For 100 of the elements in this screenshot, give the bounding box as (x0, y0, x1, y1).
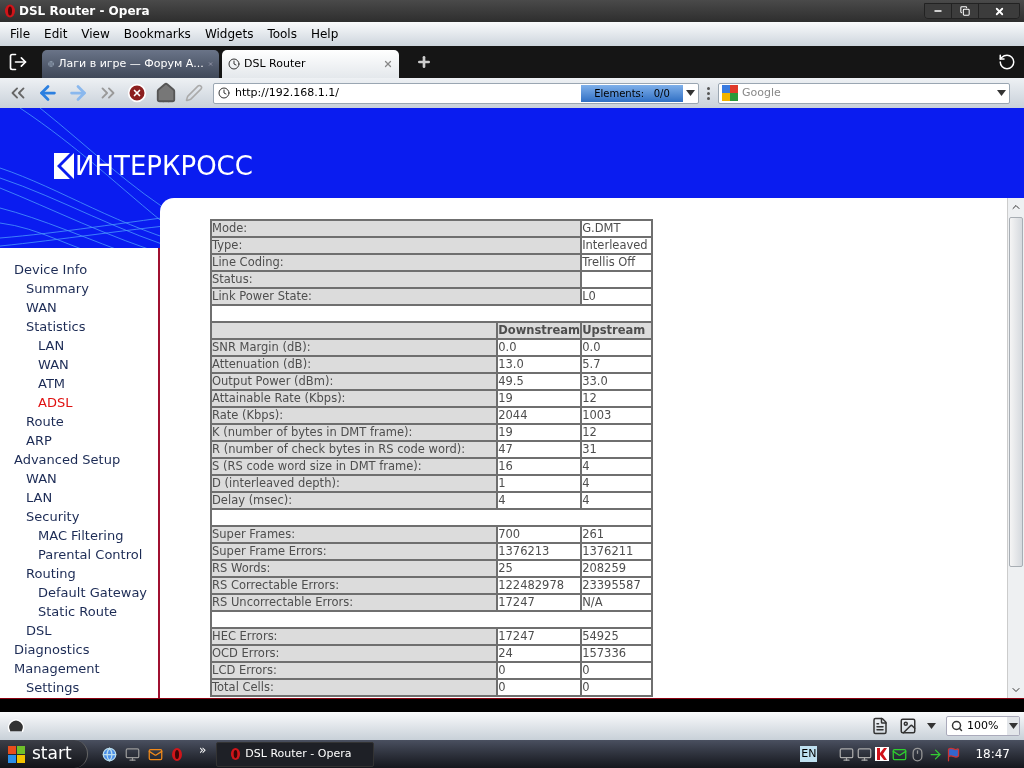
table-cell: 1376211 (581, 543, 652, 560)
restore-button[interactable] (952, 4, 979, 18)
sidebar-link[interactable]: WAN (26, 472, 57, 485)
table-cell: 19 (497, 390, 582, 407)
sidebar-link[interactable]: LAN (26, 491, 53, 504)
sidebar-link[interactable]: Route (26, 415, 64, 428)
grip-icon (707, 86, 710, 100)
scrollbar-thumb[interactable] (1009, 217, 1023, 567)
table-cell: 0.0 (581, 339, 652, 356)
windows-logo-icon (8, 745, 26, 763)
table-cell: 0 (497, 662, 582, 679)
sidebar-link[interactable]: Default Gateway (38, 586, 148, 599)
table-cell: 4 (581, 492, 652, 509)
overflow-chevron[interactable]: » (199, 741, 207, 759)
sidebar-link[interactable]: WAN (26, 301, 57, 314)
search-engine-icon (722, 85, 738, 101)
clock: 18:47 (975, 746, 1010, 763)
sidebar-link[interactable]: Statistics (26, 320, 86, 333)
table-cell: 0.0 (497, 339, 582, 356)
table-cell: 31 (581, 441, 652, 458)
address-dropdown-icon[interactable] (686, 90, 695, 96)
sidebar-link[interactable]: ATM (38, 377, 66, 390)
antivirus-icon[interactable] (875, 747, 890, 761)
menu-item[interactable]: Help (303, 25, 346, 43)
table-cell: 4 (581, 458, 652, 475)
table-cell: L0 (581, 288, 652, 305)
window-title: DSL Router - Opera (19, 3, 150, 20)
table-cell: 12 (581, 390, 652, 407)
taskbar-button[interactable]: DSL Router - Opera (216, 741, 375, 767)
table-cell: 0 (581, 679, 652, 696)
address-field[interactable]: http://192.168.1.1/ Elements: 0/0 (213, 82, 699, 104)
search-input[interactable]: Google (742, 84, 982, 102)
language-indicator[interactable]: EN (800, 745, 818, 763)
home-icon[interactable] (155, 82, 177, 104)
sidebar-link[interactable]: Settings (26, 681, 80, 694)
back-icon[interactable] (37, 82, 59, 104)
table-cell: 4 (581, 475, 652, 492)
browser-tab[interactable]: DSL Router (222, 50, 399, 78)
sidebar-link[interactable]: ARP (26, 434, 52, 447)
sidebar-link[interactable]: ADSL (38, 396, 73, 409)
start-button[interactable]: start (0, 740, 88, 768)
tab-close-icon[interactable] (383, 59, 393, 69)
search-dropdown-icon[interactable] (997, 90, 1006, 96)
table-cell: 24 (497, 645, 582, 662)
table-cell: 12 (581, 424, 652, 441)
sidebar-link[interactable]: Routing (26, 567, 76, 580)
menu-item[interactable]: Bookmarks (116, 25, 198, 43)
zoom-dropdown-icon[interactable] (1008, 723, 1018, 729)
page-view-icon[interactable] (871, 717, 889, 735)
sidebar-link[interactable]: Management (14, 662, 100, 675)
table-cell: 157336 (581, 645, 652, 662)
logo-mark-icon (54, 153, 74, 179)
menu-item[interactable]: Edit (37, 25, 75, 43)
sidebar-link[interactable]: WAN (38, 358, 69, 371)
sidebar-link[interactable]: Device Info (14, 263, 88, 276)
sidebar-link[interactable]: Static Route (38, 605, 118, 618)
image-dropdown-icon[interactable] (927, 723, 936, 729)
transfer-icon[interactable] (928, 746, 944, 762)
page-icon (218, 87, 230, 99)
table-cell: 17247 (497, 628, 582, 645)
sidebar-link[interactable]: Parental Control (38, 548, 143, 561)
mail-agent-icon[interactable] (892, 746, 908, 762)
close-icon (993, 5, 1005, 17)
flag-icon[interactable] (946, 746, 962, 762)
menu-item[interactable]: View (74, 25, 117, 43)
table-cell: 5.7 (581, 356, 652, 373)
sidebar-link[interactable]: MAC Filtering (38, 529, 124, 542)
zoom-level: 100% (967, 717, 999, 734)
menu-item[interactable]: Tools (260, 25, 304, 43)
table-cell: G.DMT (581, 220, 652, 237)
new-tab-icon[interactable] (416, 54, 432, 70)
restore-icon (960, 6, 970, 16)
opera-icon[interactable] (171, 746, 183, 762)
sidebar-link[interactable]: Summary (26, 282, 89, 295)
sidebar-link[interactable]: Advanced Setup (14, 453, 121, 466)
sidebar-link[interactable]: Security (26, 510, 80, 523)
zoom-control[interactable]: 100% (946, 716, 1020, 736)
scrollbar[interactable] (1007, 198, 1024, 698)
close-button[interactable] (979, 4, 1019, 18)
mouse-icon[interactable] (910, 746, 926, 762)
browser-tab[interactable]: Лаги в игре — Форум А... (42, 50, 219, 78)
table-cell: Interleaved (581, 237, 652, 254)
logo-text: ИНТЕРКРОСС (75, 153, 253, 179)
menu-item[interactable]: File (3, 25, 38, 43)
sidebar-link[interactable]: LAN (38, 339, 65, 352)
browser-icon[interactable] (102, 746, 117, 762)
mail-icon[interactable] (148, 746, 163, 762)
table-cell: 0 (581, 662, 652, 679)
image-icon[interactable] (899, 717, 917, 735)
table-cell: 1 (497, 475, 582, 492)
sidebar-link[interactable]: Diagnostics (14, 643, 90, 656)
table-cell: 33.0 (581, 373, 652, 390)
stop-icon[interactable] (127, 83, 147, 103)
search-field[interactable]: Google (718, 82, 1010, 104)
minimize-button[interactable] (925, 4, 952, 18)
table-cell: 17247 (497, 594, 582, 611)
menu-item[interactable]: Widgets (197, 25, 261, 43)
opera-icon (230, 747, 242, 761)
table-cell: N/A (581, 594, 652, 611)
sidebar-link[interactable]: DSL (26, 624, 52, 637)
